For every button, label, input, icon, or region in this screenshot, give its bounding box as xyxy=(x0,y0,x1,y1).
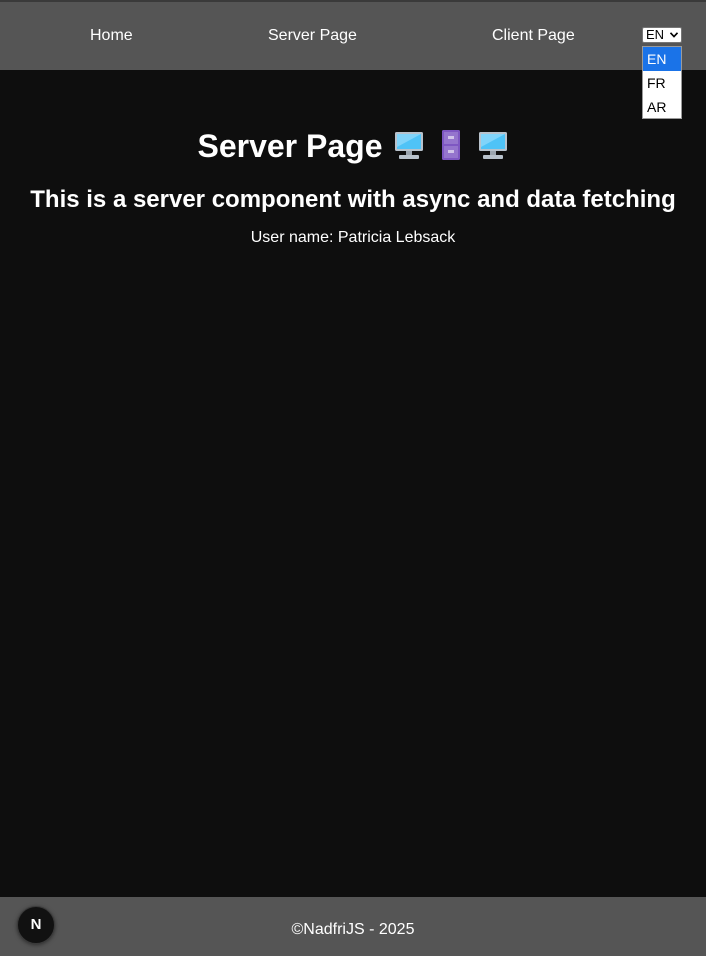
desktop-computer-icon xyxy=(477,124,509,168)
file-cabinet-icon xyxy=(435,124,467,168)
chevron-down-icon xyxy=(670,32,678,38)
desktop-computer-icon xyxy=(393,124,425,168)
language-select[interactable]: EN xyxy=(642,27,682,43)
page-title: Server Page xyxy=(0,124,706,168)
footer-copyright: ©NadfriJS - 2025 xyxy=(291,921,415,938)
nav-link-home[interactable]: Home xyxy=(90,26,133,46)
navbar: Home Server Page Client Page xyxy=(0,2,706,70)
footer: ©NadfriJS - 2025 xyxy=(0,897,706,956)
page-title-text: Server Page xyxy=(197,128,383,165)
page-subtitle: This is a server component with async an… xyxy=(30,185,676,213)
nav-link-client-page[interactable]: Client Page xyxy=(492,26,575,46)
language-select-value: EN xyxy=(646,27,665,42)
language-option-ar[interactable]: AR xyxy=(643,95,681,119)
user-name-text: User name: Patricia Lebsack xyxy=(250,229,456,246)
nextjs-dev-tools-button[interactable]: N xyxy=(17,906,55,944)
language-dropdown-menu: EN FR AR xyxy=(642,46,682,119)
language-option-fr[interactable]: FR xyxy=(643,71,681,95)
nav-link-server-page[interactable]: Server Page xyxy=(268,26,357,46)
app-root: Home Server Page Client Page EN EN FR AR… xyxy=(0,0,706,956)
language-option-en[interactable]: EN xyxy=(643,47,681,71)
